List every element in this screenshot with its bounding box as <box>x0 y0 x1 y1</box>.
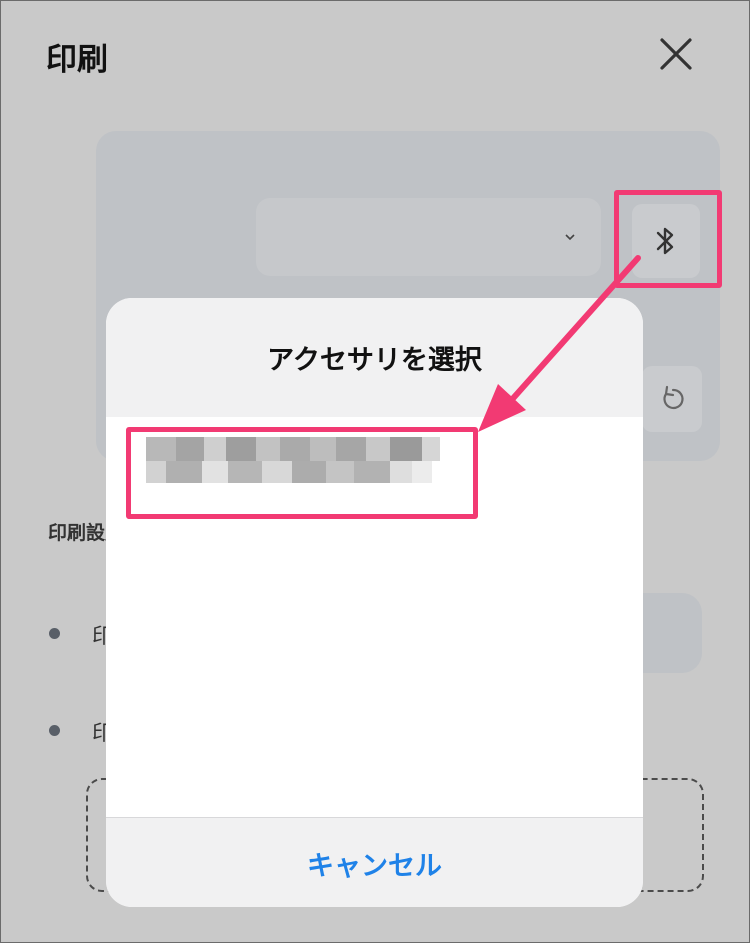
annotation-arrow <box>478 255 641 432</box>
